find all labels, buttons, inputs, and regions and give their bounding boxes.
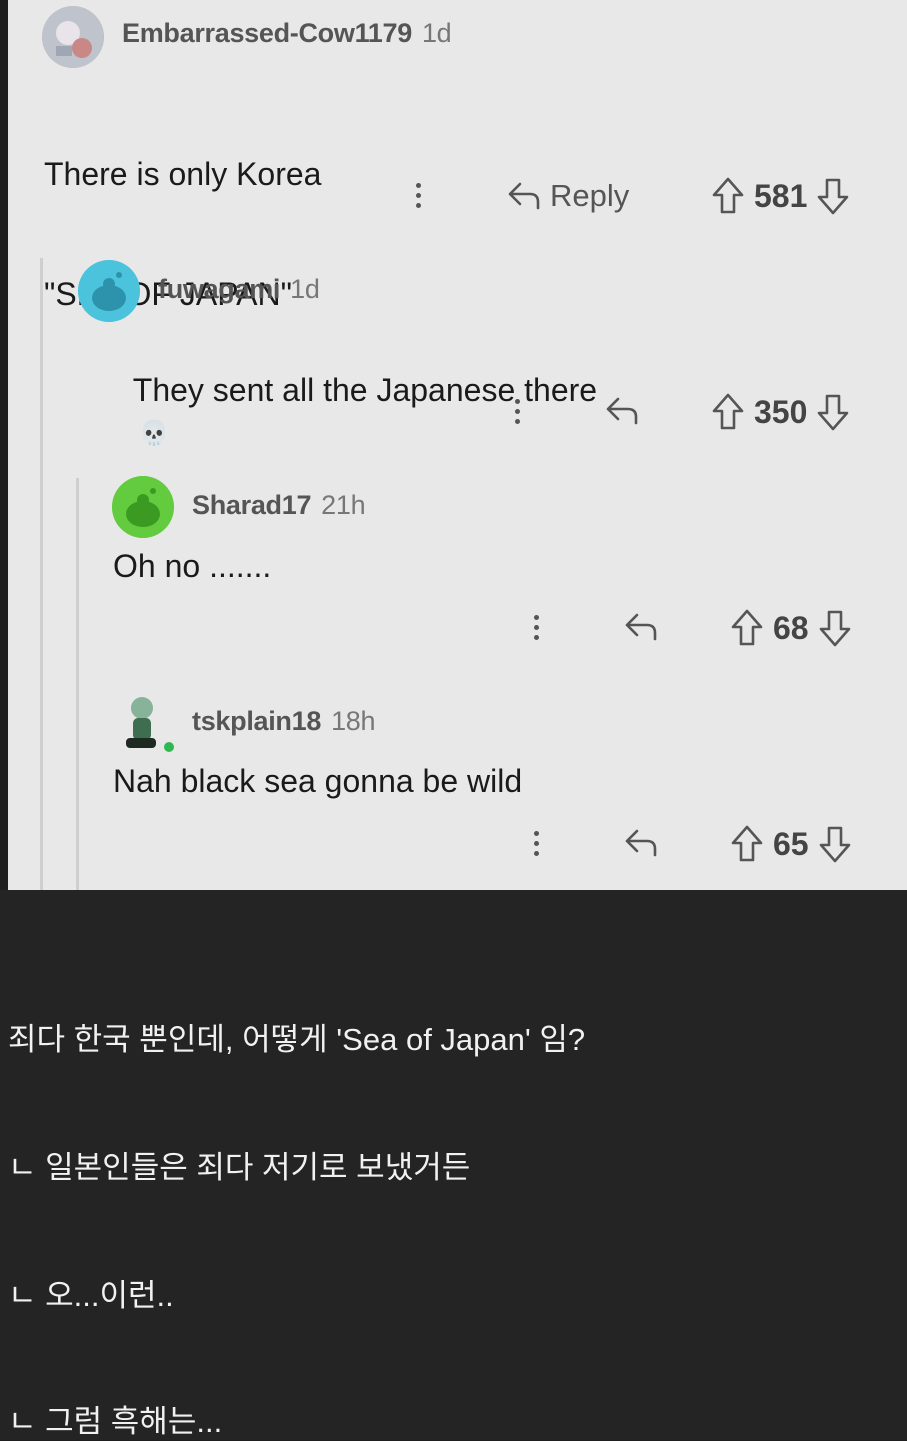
vote-score: 68 [773,609,809,646]
username-text[interactable]: tskplain18 [192,706,321,736]
avatar[interactable] [112,476,174,538]
more-icon[interactable] [413,180,423,216]
reply-label: Reply [550,178,630,213]
vote-bar: 68 [729,608,853,648]
translation-line: ㄴ 오...이런.. [8,1278,174,1313]
username[interactable]: Embarrassed-Cow1179 1d [122,18,452,49]
avatar[interactable] [42,6,104,68]
reply-icon [625,613,657,641]
skull-emoji: 💀 [139,420,170,447]
translation-line: ㄴ 그럼 흑해는... [8,1404,223,1439]
more-icon[interactable] [512,396,522,432]
timestamp: 1d [421,18,452,48]
upvote-icon[interactable] [729,608,765,648]
translation-line: ㄴ 일본인들은 죄다 저기로 보냈거든 [8,1150,471,1185]
vote-score: 65 [773,825,809,862]
username[interactable]: fuwagami 1d [158,274,320,305]
downvote-icon[interactable] [817,824,853,864]
username-text[interactable]: fuwagami [158,274,280,304]
upvote-icon[interactable] [710,176,746,216]
thread-line[interactable] [76,478,79,890]
more-icon[interactable] [531,828,541,864]
avatar[interactable] [78,260,140,322]
username-text[interactable]: Sharad17 [192,490,311,520]
avatar[interactable] [120,694,176,754]
comment-line: There is only Korea [44,156,322,192]
vote-bar: 350 [710,392,851,432]
upvote-icon[interactable] [729,824,765,864]
reply-button[interactable]: Reply [506,178,629,214]
reply-button[interactable] [623,610,659,644]
downvote-icon[interactable] [815,176,851,216]
timestamp: 1d [290,274,320,304]
username[interactable]: tskplain18 18h [192,706,376,737]
reply-button[interactable] [604,394,640,428]
vote-bar: 65 [729,824,853,864]
comment-body: Nah black sea gonna be wild [113,763,523,799]
vote-score: 581 [754,177,808,214]
thread-line[interactable] [40,258,43,890]
reply-button[interactable] [623,826,659,860]
reply-icon [606,397,638,425]
translation-line: 죄다 한국 뿐인데, 어떻게 'Sea of Japan' 임? [8,1022,586,1057]
timestamp: 18h [331,706,376,736]
korean-translation-panel: 죄다 한국 뿐인데, 어떻게 'Sea of Japan' 임? ㄴ 일본인들은… [0,890,907,1440]
comment-body: Oh no ....... [113,548,272,584]
more-icon[interactable] [531,612,541,648]
vote-bar: 581 [710,176,851,216]
comment-text: They sent all the Japanese there [132,372,598,408]
reddit-comments-screenshot: Embarrassed-Cow1179 1d There is only Kore… [8,0,907,890]
username-text[interactable]: Embarrassed-Cow1179 [122,18,412,48]
timestamp: 21h [321,490,366,520]
reply-icon [508,182,540,210]
reply-icon [625,829,657,857]
vote-score: 350 [754,393,808,430]
downvote-icon[interactable] [817,608,853,648]
username[interactable]: Sharad17 21h [192,490,366,521]
downvote-icon[interactable] [815,392,851,432]
upvote-icon[interactable] [710,392,746,432]
